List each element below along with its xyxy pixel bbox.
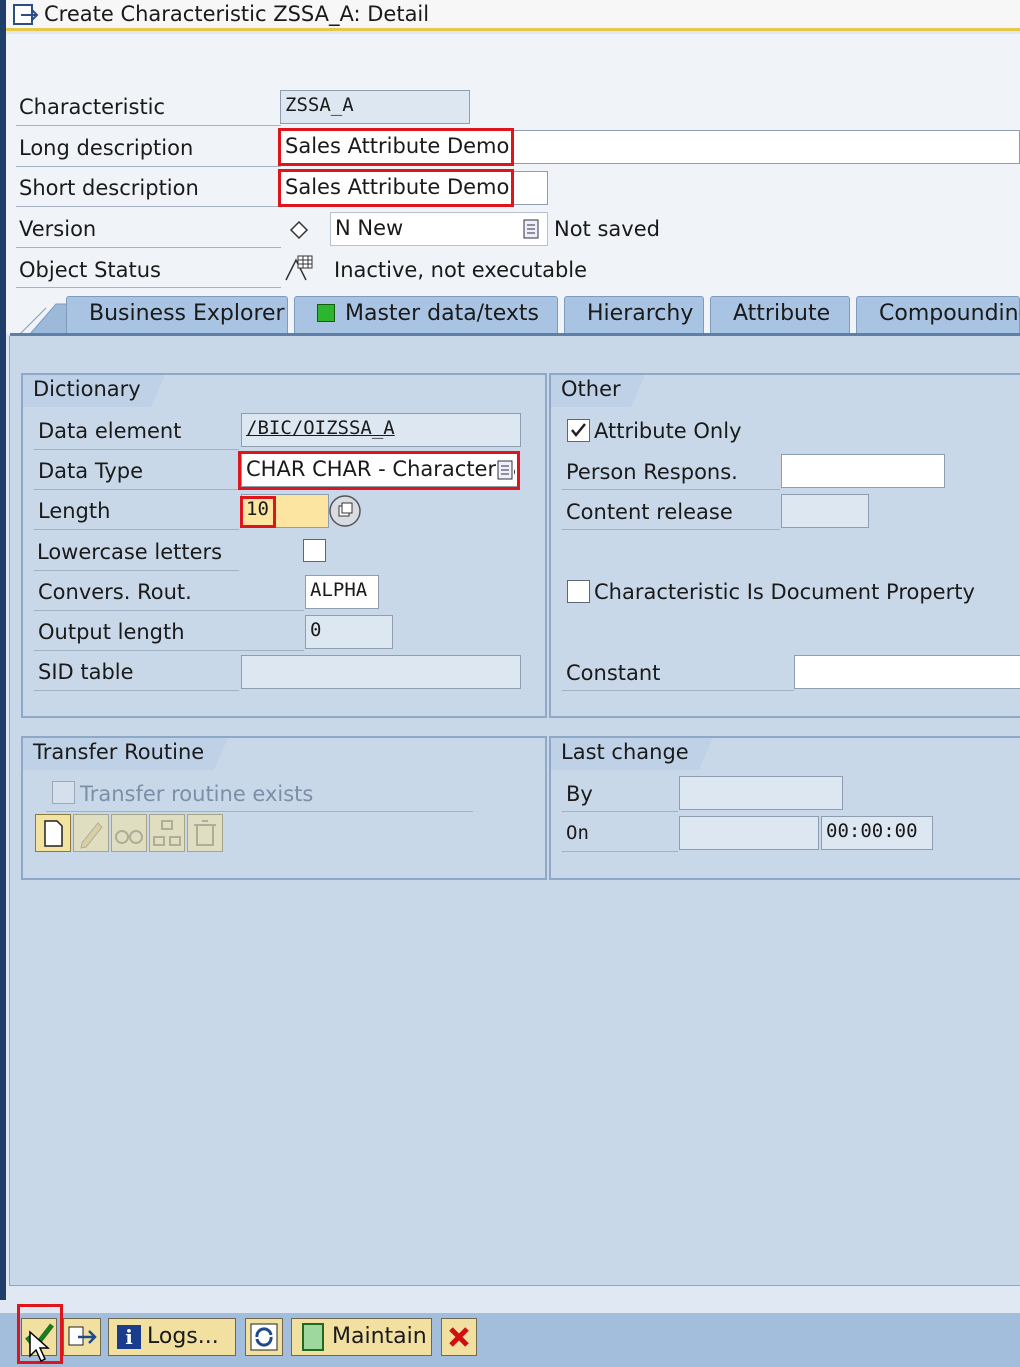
data-element-label: Data element (38, 419, 182, 443)
tab-business-explorer[interactable]: Business Explorer (66, 296, 288, 334)
changed-on-date-field[interactable] (679, 816, 819, 850)
changed-by-field[interactable] (679, 776, 843, 810)
divider (34, 449, 239, 450)
tab-attribute[interactable]: Attribute (710, 296, 850, 334)
short-description-label: Short description (19, 176, 199, 200)
person-respons-field[interactable] (781, 454, 945, 488)
highlight-box (278, 128, 514, 166)
length-label: Length (38, 499, 111, 523)
divider (562, 811, 678, 812)
convers-rout-field[interactable]: ALPHA (305, 575, 379, 609)
divider (46, 811, 473, 812)
divider (34, 650, 304, 651)
content-release-label: Content release (566, 500, 733, 524)
constant-label: Constant (566, 661, 661, 685)
object-status-value: Inactive, not executable (334, 258, 588, 282)
long-description-label: Long description (19, 136, 194, 160)
tab-label: Business Explorer (89, 301, 285, 326)
doc-property-label: Characteristic Is Document Property (594, 580, 975, 604)
mouse-cursor-icon (28, 1330, 52, 1364)
group-title: Dictionary (23, 375, 165, 407)
divider (562, 489, 780, 490)
data-type-label: Data Type (38, 459, 144, 483)
attribute-only-label: Attribute Only (594, 419, 742, 443)
maintain-label: Maintain (332, 1324, 427, 1349)
create-document-icon (13, 4, 39, 26)
version-value: N New (335, 216, 404, 240)
version-label: Version (19, 217, 97, 241)
output-length-field[interactable]: 0 (305, 615, 393, 649)
object-status-label: Object Status (19, 258, 161, 282)
divider (34, 529, 239, 530)
transfer-routine-group: Transfer Routine (21, 736, 547, 880)
object-status-icon (284, 254, 316, 282)
create-routine-button[interactable] (35, 814, 71, 852)
data-element-field[interactable]: /BIC/OIZSSA_A (241, 413, 521, 447)
divider (562, 529, 780, 530)
constant-field[interactable] (794, 655, 1020, 689)
value-help-icon[interactable] (328, 494, 362, 528)
content-release-field[interactable] (781, 494, 869, 528)
tab-master-data-texts[interactable]: Master data/texts (294, 296, 558, 334)
group-title: Last change (551, 738, 713, 770)
transfer-routine-checkbox[interactable] (52, 781, 75, 804)
changed-by-label: By (566, 782, 593, 806)
group-title: Other (551, 375, 645, 407)
output-length-label: Output length (38, 620, 185, 644)
divider (16, 247, 281, 248)
highlight-box (238, 451, 520, 490)
version-dropdown[interactable]: N New (330, 212, 548, 246)
info-icon: i (117, 1325, 141, 1349)
diamond-icon (288, 219, 310, 241)
highlight-box (240, 496, 276, 528)
edit-pencil-icon[interactable] (73, 814, 109, 852)
where-used-button[interactable] (63, 1318, 101, 1356)
green-status-icon (317, 304, 335, 322)
doc-property-checkbox[interactable] (567, 580, 590, 603)
divider (16, 206, 281, 207)
divider (16, 166, 281, 167)
hierarchy-icon[interactable] (149, 814, 185, 852)
characteristic-label: Characteristic (19, 95, 166, 119)
divider (34, 690, 239, 691)
save-status-text: Not saved (554, 217, 660, 241)
highlight-box (278, 169, 514, 207)
tab-label: Master data/texts (345, 301, 539, 326)
refresh-button[interactable] (245, 1318, 283, 1356)
display-glasses-icon[interactable] (111, 814, 147, 852)
tab-label: Attribute (733, 301, 831, 326)
logs-label: Logs... (147, 1324, 219, 1349)
divider (16, 287, 281, 288)
attribute-only-checkbox[interactable] (567, 419, 590, 442)
tab-label: Hierarchy (587, 301, 694, 326)
maintain-icon (302, 1323, 324, 1351)
divider (34, 489, 239, 490)
divider (16, 125, 281, 126)
window-title: Create Characteristic ZSSA_A: Detail (44, 2, 430, 26)
delete-trash-icon[interactable] (187, 814, 223, 852)
maintain-button[interactable]: Maintain (291, 1318, 432, 1356)
tab-label: Compounding (879, 301, 1020, 326)
divider (562, 690, 794, 691)
person-respons-label: Person Respons. (566, 460, 738, 484)
group-title: Transfer Routine (23, 738, 229, 770)
sid-table-label: SID table (38, 660, 134, 684)
logs-button[interactable]: i Logs... (108, 1318, 236, 1356)
characteristic-field[interactable]: ZSSA_A (280, 90, 470, 124)
divider (562, 851, 678, 852)
sid-table-field[interactable] (241, 655, 521, 689)
header-section: Characteristic ZSSA_A Long description S… (6, 34, 1020, 334)
divider (34, 570, 239, 571)
lowercase-checkbox[interactable] (303, 539, 326, 562)
tab-compounding[interactable]: Compounding (856, 296, 1020, 334)
lowercase-label: Lowercase letters (37, 540, 223, 564)
cancel-button[interactable] (441, 1318, 477, 1356)
divider (34, 610, 304, 611)
changed-on-label: On (566, 822, 589, 844)
tab-hierarchy[interactable]: Hierarchy (564, 296, 704, 334)
changed-on-time-field[interactable]: 00:00:00 (821, 816, 933, 850)
dropdown-list-icon[interactable] (522, 218, 540, 240)
convers-rout-label: Convers. Rout. (38, 580, 192, 604)
transfer-routine-label: Transfer routine exists (80, 782, 314, 806)
